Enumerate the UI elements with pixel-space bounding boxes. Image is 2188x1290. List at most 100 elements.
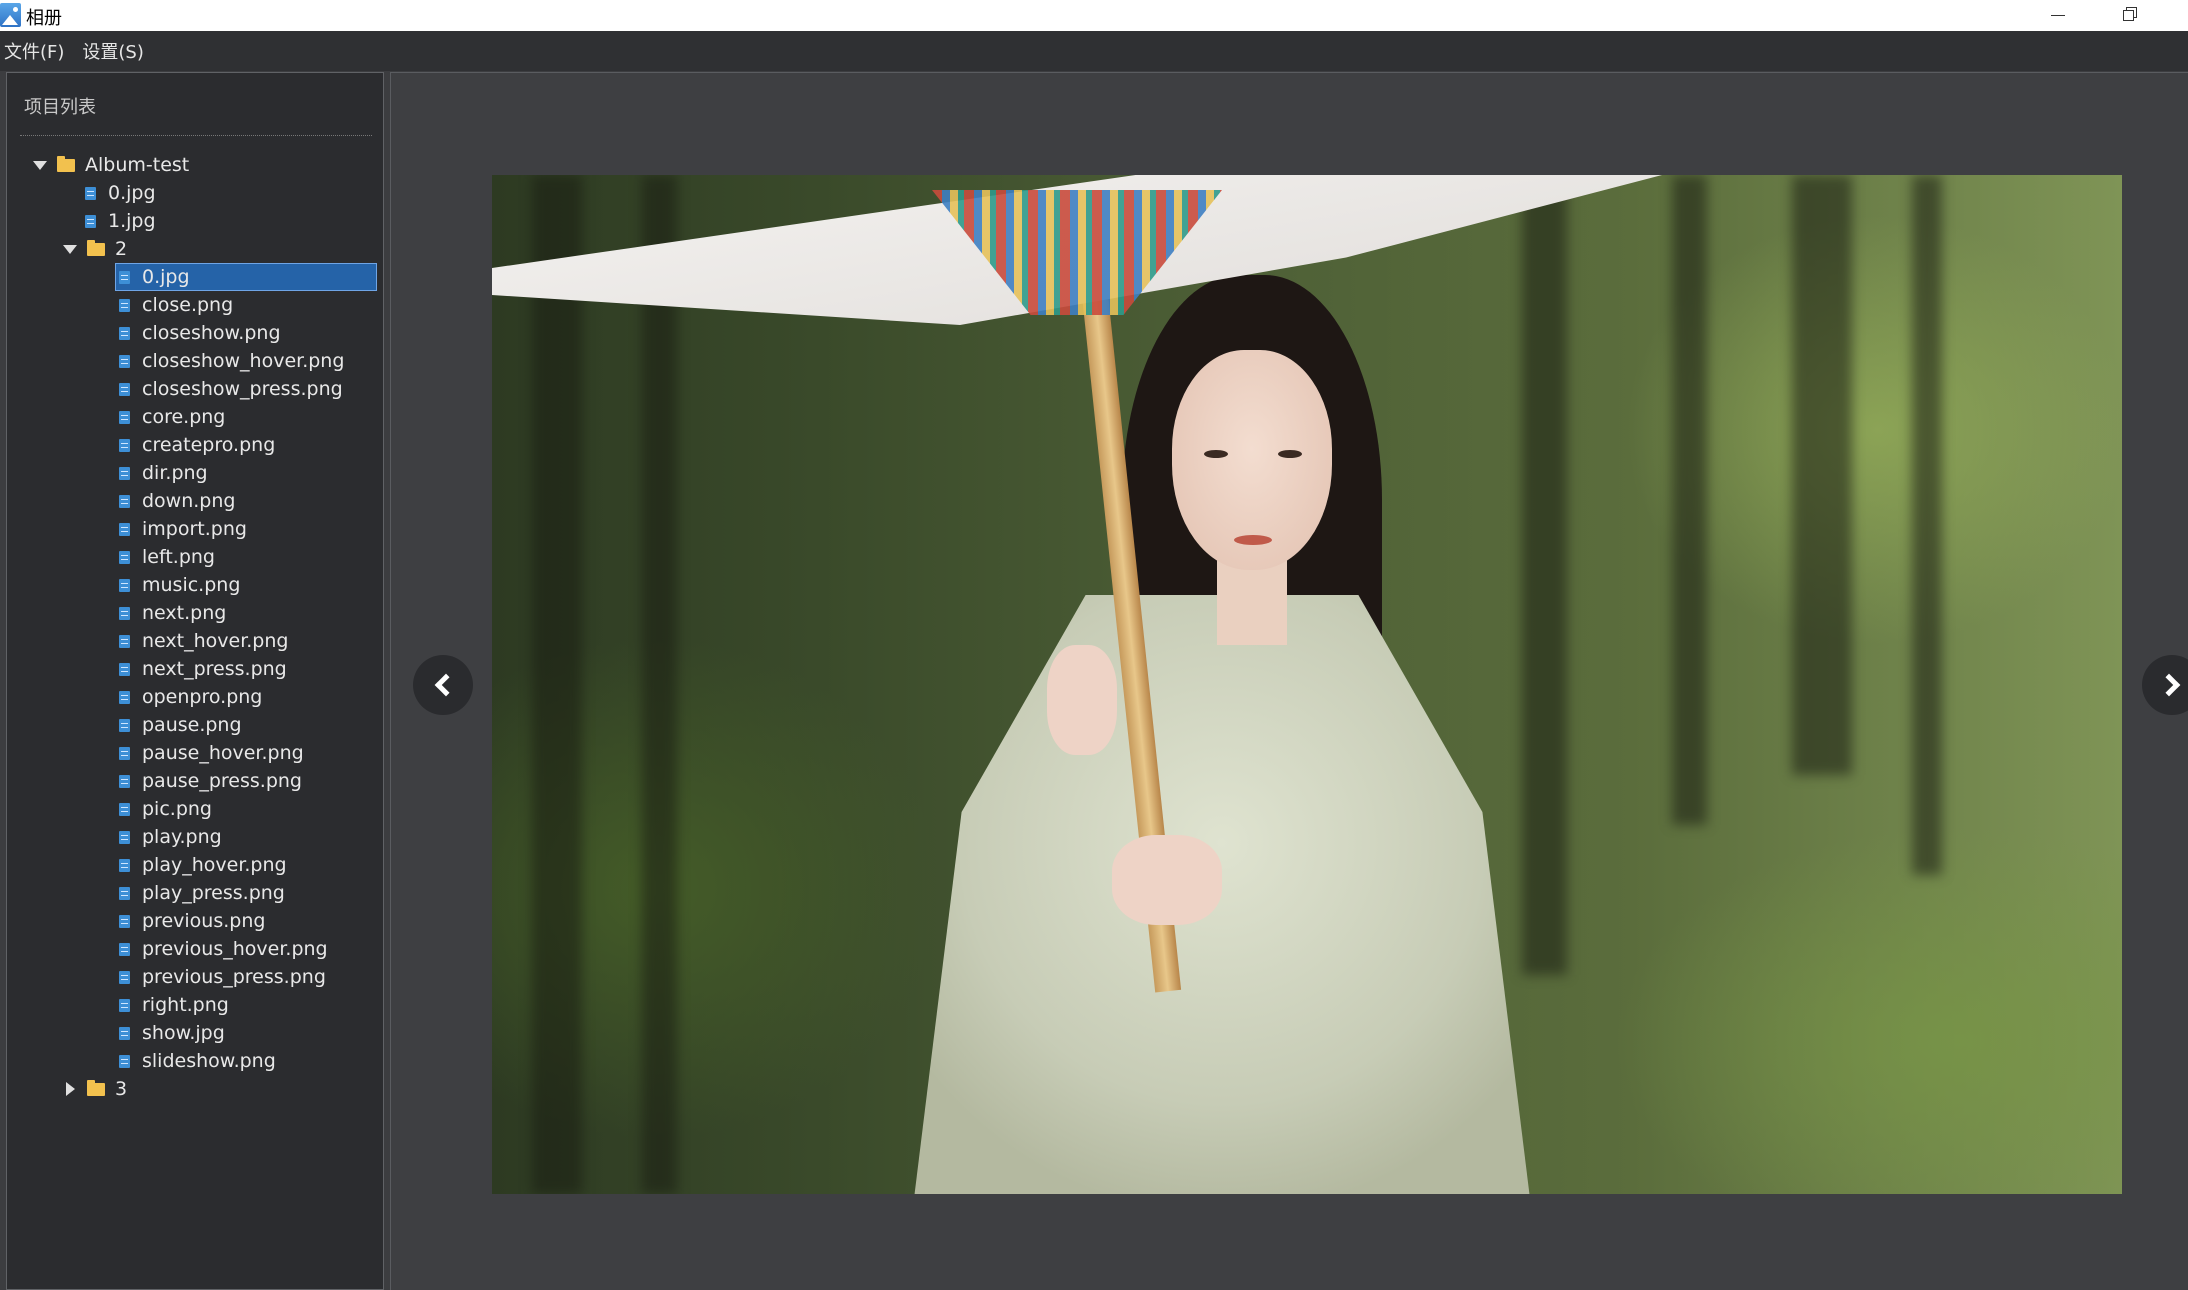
file-icon: [119, 914, 130, 928]
tree-file[interactable]: core.png: [119, 403, 225, 431]
tree-file[interactable]: closeshow.png: [119, 319, 281, 347]
tree-item-label: import.png: [142, 518, 247, 540]
tree-item-label: closeshow.png: [142, 322, 281, 344]
chevron-right-icon: [2157, 673, 2181, 697]
file-icon: [119, 998, 130, 1012]
file-icon: [119, 354, 130, 368]
tree-item-label: previous_hover.png: [142, 938, 328, 960]
tree-item-label: dir.png: [142, 462, 208, 484]
folder-icon: [87, 1079, 105, 1096]
file-icon: [119, 466, 130, 480]
tree-file[interactable]: pause.png: [119, 711, 242, 739]
tree-file[interactable]: play.png: [119, 823, 222, 851]
displayed-photo: [492, 175, 2122, 1194]
tree-file[interactable]: 1.jpg: [85, 207, 156, 235]
menu-settings[interactable]: 设置(S): [78, 38, 143, 64]
file-icon: [119, 1054, 130, 1068]
tree-item-label: openpro.png: [142, 686, 263, 708]
tree-file[interactable]: left.png: [119, 543, 215, 571]
tree-item-label: slideshow.png: [142, 1050, 276, 1072]
tree-folder-3[interactable]: 3: [63, 1075, 127, 1103]
tree-item-label: next_hover.png: [142, 630, 289, 652]
tree-file[interactable]: music.png: [119, 571, 240, 599]
tree-item-label: pause_hover.png: [142, 742, 304, 764]
file-icon: [119, 1026, 130, 1040]
tree-file[interactable]: previous.png: [119, 907, 265, 935]
tree-item-label: pic.png: [142, 798, 212, 820]
tree-item-label: Album-test: [85, 154, 190, 176]
tree-item-label: previous_press.png: [142, 966, 326, 988]
tree-item-label: play_hover.png: [142, 854, 287, 876]
tree-file[interactable]: next_press.png: [119, 655, 287, 683]
file-icon: [119, 270, 130, 284]
file-icon: [119, 942, 130, 956]
file-icon: [119, 830, 130, 844]
file-icon: [119, 438, 130, 452]
tree-file[interactable]: 0.jpg: [85, 179, 156, 207]
tree-file[interactable]: previous_hover.png: [119, 935, 328, 963]
tree-file[interactable]: import.png: [119, 515, 247, 543]
tree-item-label: 2: [115, 238, 128, 260]
file-icon: [85, 186, 96, 200]
previous-image-button[interactable]: [413, 655, 473, 715]
tree-file[interactable]: previous_press.png: [119, 963, 326, 991]
restore-button[interactable]: [2098, 0, 2158, 31]
tree-item-label: next_press.png: [142, 658, 287, 680]
tree-file[interactable]: pic.png: [119, 795, 212, 823]
folder-icon: [87, 239, 105, 256]
expand-arrow-icon[interactable]: [63, 244, 77, 254]
tree-file[interactable]: next_hover.png: [119, 627, 288, 655]
tree-item-label: pause_press.png: [142, 770, 302, 792]
panel-title: 项目列表: [24, 97, 96, 118]
file-icon: [119, 774, 130, 788]
minimize-icon: [2051, 15, 2065, 16]
tree-item-label: left.png: [142, 546, 215, 568]
tree-item-label: createpro.png: [142, 434, 276, 456]
tree-file[interactable]: right.png: [119, 991, 229, 1019]
collapse-arrow-icon[interactable]: [66, 1082, 75, 1096]
file-icon: [119, 886, 130, 900]
tree-file[interactable]: openpro.png: [119, 683, 262, 711]
tree-file[interactable]: closeshow_press.png: [119, 375, 343, 403]
tree-file[interactable]: show.jpg: [119, 1019, 225, 1047]
tree-file[interactable]: play_hover.png: [119, 851, 287, 879]
file-icon: [119, 858, 130, 872]
tree-item-label: next.png: [142, 602, 227, 624]
expand-arrow-icon[interactable]: [33, 160, 47, 170]
window-title: 相册: [26, 8, 62, 29]
tree-file[interactable]: slideshow.png: [119, 1047, 276, 1075]
file-icon: [119, 634, 130, 648]
minimize-button[interactable]: [2028, 0, 2088, 31]
file-icon: [119, 550, 130, 564]
tree-item-label: 1.jpg: [108, 210, 156, 232]
tree-file[interactable]: pause_press.png: [119, 767, 302, 795]
tree-folder-album-test[interactable]: Album-test: [33, 151, 189, 179]
tree-file[interactable]: close.png: [119, 291, 233, 319]
tree-item-label: 0.jpg: [108, 182, 156, 204]
file-icon: [119, 578, 130, 592]
tree-folder-2[interactable]: 2: [63, 235, 127, 263]
tree-item-label: closeshow_hover.png: [142, 350, 345, 372]
tree-item-label: play.png: [142, 826, 222, 848]
tree-file[interactable]: 0.jpg: [115, 263, 377, 291]
tree-item-label: right.png: [142, 994, 229, 1016]
file-icon: [119, 662, 130, 676]
file-icon: [119, 522, 130, 536]
tree-file[interactable]: closeshow_hover.png: [119, 347, 344, 375]
menu-file[interactable]: 文件(F): [0, 38, 64, 64]
file-icon: [119, 970, 130, 984]
file-icon: [119, 746, 130, 760]
file-icon: [119, 802, 130, 816]
file-icon: [119, 382, 130, 396]
tree-file[interactable]: play_press.png: [119, 879, 285, 907]
tree-file[interactable]: createpro.png: [119, 431, 275, 459]
photo-app-icon: [0, 3, 21, 27]
tree-item-label: pause.png: [142, 714, 242, 736]
tree-file[interactable]: next.png: [119, 599, 226, 627]
file-icon: [119, 410, 130, 424]
tree-file[interactable]: down.png: [119, 487, 235, 515]
tree-item-label: core.png: [142, 406, 226, 428]
tree-file[interactable]: dir.png: [119, 459, 208, 487]
tree-item-label: play_press.png: [142, 882, 285, 904]
tree-file[interactable]: pause_hover.png: [119, 739, 304, 767]
